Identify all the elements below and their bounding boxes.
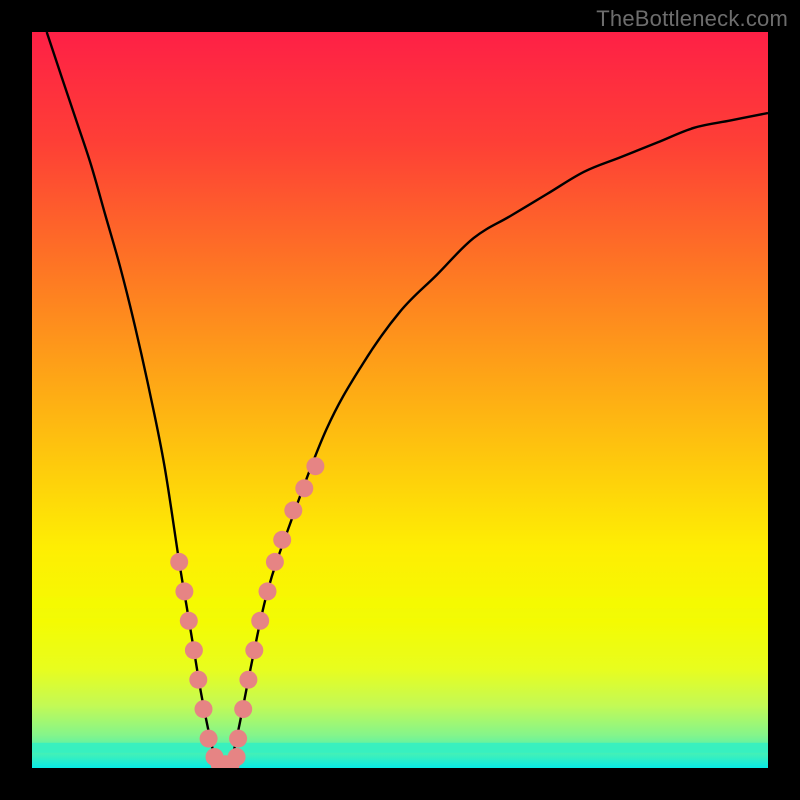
highlight-dot — [229, 730, 247, 748]
bottleneck-curve — [47, 32, 768, 768]
plot-area — [32, 32, 768, 768]
highlight-dot — [175, 582, 193, 600]
highlight-dot — [266, 553, 284, 571]
highlight-dot — [251, 612, 269, 630]
highlight-dot — [234, 700, 252, 718]
highlight-dot — [170, 553, 188, 571]
highlight-dot — [180, 612, 198, 630]
highlight-dot — [284, 501, 302, 519]
highlight-dot — [306, 457, 324, 475]
highlight-dot — [259, 582, 277, 600]
highlight-dot — [200, 730, 218, 748]
highlight-dot — [185, 641, 203, 659]
highlight-dot — [189, 671, 207, 689]
highlight-dot — [195, 700, 213, 718]
highlight-dot — [273, 531, 291, 549]
highlight-dot — [295, 479, 313, 497]
watermark-text: TheBottleneck.com — [596, 6, 788, 32]
chart-overlay — [32, 32, 768, 768]
highlight-dot — [239, 671, 257, 689]
highlight-dots-left — [170, 553, 240, 768]
highlight-dots-right — [228, 457, 325, 766]
chart-frame: TheBottleneck.com — [0, 0, 800, 800]
highlight-dot — [245, 641, 263, 659]
highlight-dot — [228, 748, 246, 766]
